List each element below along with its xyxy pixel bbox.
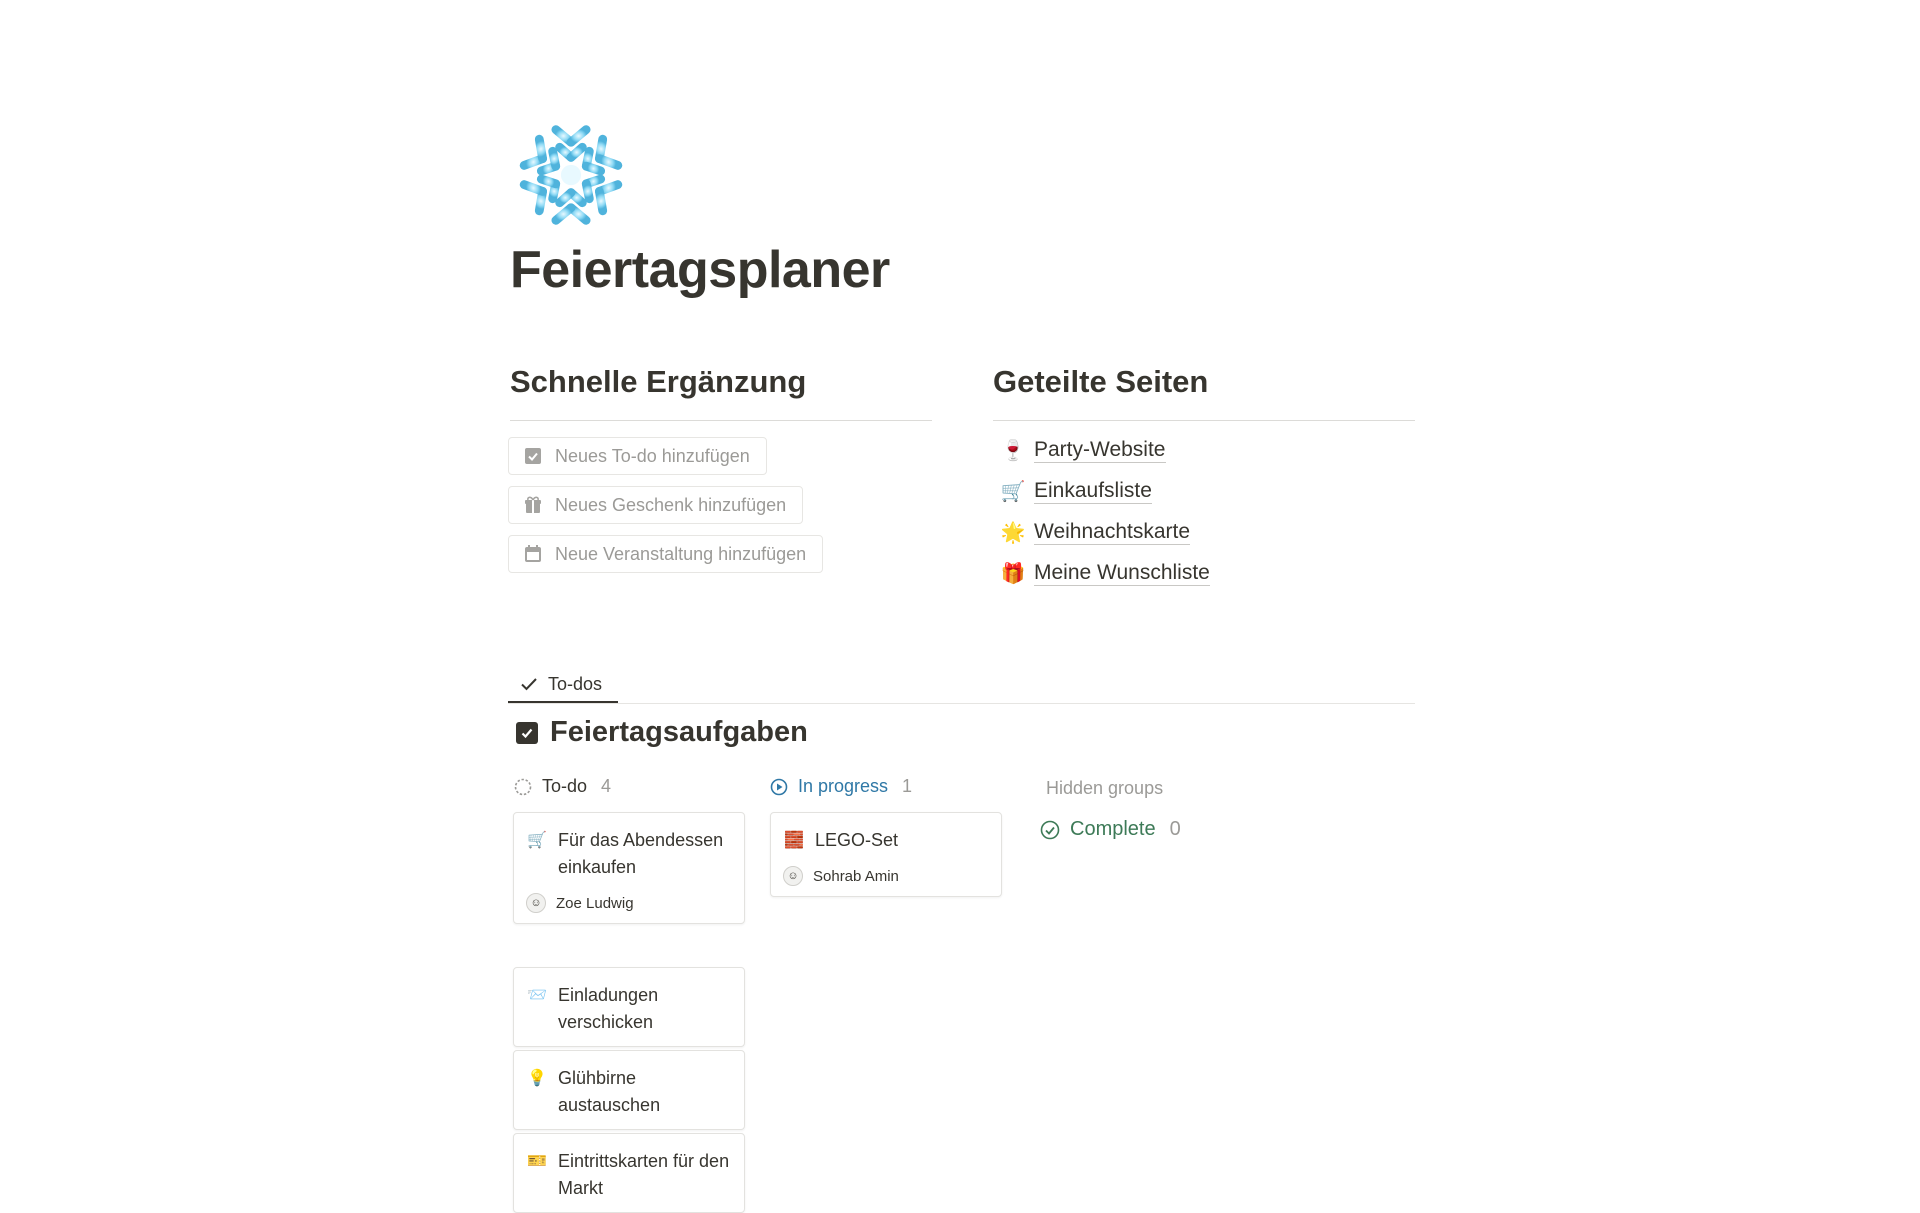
divider: [510, 420, 932, 421]
complete-check-icon: [1040, 820, 1060, 839]
shopping-cart-icon: 🛒: [527, 832, 547, 849]
wine-glass-icon: 🍷: [1000, 439, 1026, 462]
group-count: 1: [902, 776, 913, 796]
ticket-icon: 🎫: [527, 1153, 547, 1170]
avatar: ☺: [783, 866, 803, 886]
shared-page-shopping-list[interactable]: 🛒 Einkaufsliste: [1000, 478, 1152, 505]
add-event-button[interactable]: Neue Veranstaltung hinzufügen: [508, 535, 824, 573]
task-title: LEGO-Set: [815, 830, 899, 850]
database-title-label: Feiertagsaufgaben: [550, 716, 808, 748]
task-card[interactable]: 💡 Glühbirne austauschen: [513, 1050, 745, 1130]
in-progress-icon: [770, 778, 788, 795]
envelope-icon: 📨: [527, 987, 547, 1004]
task-card[interactable]: 🧱 LEGO-Set ☺ Sohrab Amin: [770, 812, 1002, 897]
task-card[interactable]: 🎫 Eintrittskarten für den Markt: [513, 1133, 745, 1213]
add-event-label: Neue Veranstaltung hinzufügen: [555, 543, 807, 564]
task-title: Glühbirne austauschen: [558, 1068, 661, 1115]
calendar-icon: [525, 545, 541, 562]
gift-icon: 🎁: [1000, 562, 1026, 585]
avatar: ☺: [526, 893, 546, 913]
task-card[interactable]: 🛒 Für das Abendessen einkaufen ☺ Zoe Lud…: [513, 812, 745, 924]
shared-page-christmas-card[interactable]: 🌟 Weihnachtskarte: [1000, 519, 1191, 546]
assignee-name: Zoe Ludwig: [556, 894, 634, 912]
page-title: Feiertagsplaner: [510, 241, 890, 299]
snowflake-icon[interactable]: [508, 112, 634, 238]
group-in-progress[interactable]: In progress 1: [770, 776, 912, 797]
task-title: Für das Abendessen einkaufen: [558, 830, 724, 877]
shared-page-wishlist[interactable]: 🎁 Meine Wunschliste: [1000, 560, 1210, 587]
checkbox-icon: [525, 448, 541, 464]
shared-page-label: Party-Website: [1034, 437, 1166, 464]
task-card[interactable]: 📨 Einladungen verschicken: [513, 967, 745, 1047]
lego-brick-icon: 🧱: [784, 832, 804, 849]
todo-status-icon: [514, 778, 532, 795]
quick-add-heading: Schnelle Ergänzung: [510, 364, 807, 399]
divider: [508, 703, 1415, 704]
group-count: 0: [1169, 818, 1181, 840]
task-title: Eintrittskarten für den Markt: [558, 1151, 730, 1198]
group-complete[interactable]: Complete 0: [1040, 818, 1181, 841]
add-todo-button[interactable]: Neues To-do hinzufügen: [508, 437, 767, 475]
group-label: To-do: [542, 776, 588, 796]
star-icon: 🌟: [1000, 521, 1026, 544]
checkbox-icon: [516, 721, 538, 744]
shared-pages-heading: Geteilte Seiten: [993, 364, 1209, 399]
gift-icon: [525, 496, 541, 513]
shared-page-label: Einkaufsliste: [1034, 478, 1152, 505]
add-todo-label: Neues To-do hinzufügen: [555, 445, 750, 466]
group-todo[interactable]: To-do 4: [514, 776, 611, 797]
add-gift-label: Neues Geschenk hinzufügen: [555, 494, 787, 515]
shared-page-party-website[interactable]: 🍷 Party-Website: [1000, 437, 1166, 464]
shopping-cart-icon: 🛒: [1000, 480, 1026, 503]
divider: [993, 420, 1415, 421]
shared-page-label: Weihnachtskarte: [1034, 519, 1191, 546]
group-label: Complete: [1070, 818, 1156, 840]
add-gift-button[interactable]: Neues Geschenk hinzufügen: [508, 486, 804, 524]
assignee-name: Sohrab Amin: [813, 867, 899, 885]
shared-page-label: Meine Wunschliste: [1034, 560, 1210, 587]
tab-label: To-dos: [548, 673, 603, 694]
tab-todos[interactable]: To-dos: [508, 664, 614, 704]
task-title: Einladungen verschicken: [558, 985, 659, 1032]
hidden-groups-label: Hidden groups: [1046, 778, 1164, 798]
group-label: In progress: [798, 776, 889, 796]
group-count: 4: [601, 776, 612, 796]
light-bulb-icon: 💡: [527, 1070, 547, 1087]
database-title[interactable]: Feiertagsaufgaben: [516, 716, 808, 749]
checkmark-icon: [521, 678, 537, 691]
